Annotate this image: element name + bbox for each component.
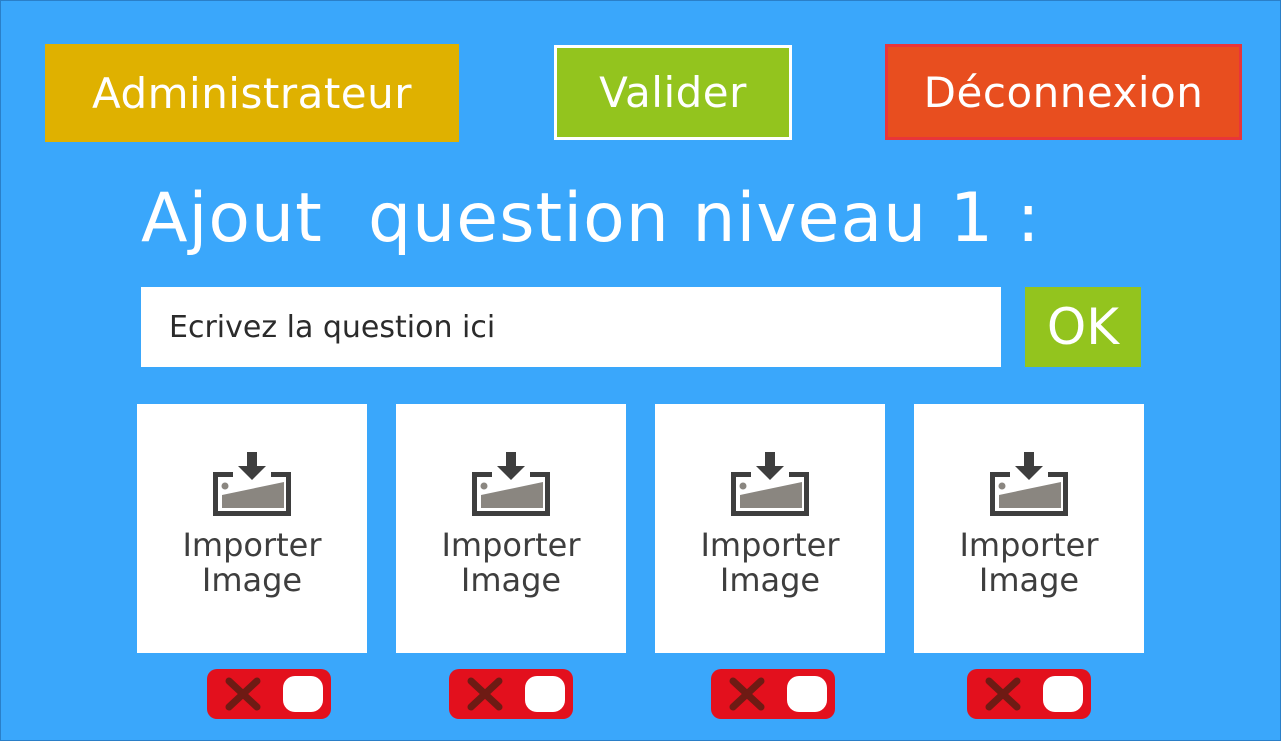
correct-answer-toggle-2[interactable]	[449, 669, 573, 719]
toggle-knob	[525, 676, 565, 712]
page-title: Ajout question niveau 1 :	[141, 179, 1041, 258]
import-image-card-4[interactable]: Importer Image	[914, 404, 1144, 653]
image-import-icon	[731, 452, 809, 516]
toggle-knob	[787, 676, 827, 712]
correct-answer-toggle-4[interactable]	[967, 669, 1091, 719]
image-import-icon	[990, 452, 1068, 516]
import-image-label: Importer Image	[441, 526, 581, 599]
logout-button[interactable]: Déconnexion	[885, 44, 1242, 140]
close-icon	[225, 677, 261, 711]
question-input[interactable]	[141, 287, 1001, 367]
toggle-knob	[283, 676, 323, 712]
import-image-card-1[interactable]: Importer Image	[137, 404, 367, 653]
validate-button[interactable]: Valider	[554, 45, 792, 140]
ok-button-label: OK	[1046, 298, 1120, 356]
ok-button[interactable]: OK	[1025, 287, 1141, 367]
import-image-card-3[interactable]: Importer Image	[655, 404, 885, 653]
correct-answer-toggle-1[interactable]	[207, 669, 331, 719]
logout-button-label: Déconnexion	[923, 67, 1204, 117]
import-image-card-2[interactable]: Importer Image	[396, 404, 626, 653]
correct-answer-toggle-3[interactable]	[711, 669, 835, 719]
import-image-label: Importer Image	[700, 526, 840, 599]
close-icon	[985, 677, 1021, 711]
close-icon	[729, 677, 765, 711]
image-import-icon	[472, 452, 550, 516]
administrator-button[interactable]: Administrateur	[45, 44, 459, 142]
close-icon	[467, 677, 503, 711]
toggle-knob	[1043, 676, 1083, 712]
image-import-icon	[213, 452, 291, 516]
validate-button-label: Valider	[599, 68, 747, 117]
import-image-label: Importer Image	[182, 526, 322, 599]
import-image-label: Importer Image	[959, 526, 1099, 599]
administrator-button-label: Administrateur	[91, 68, 413, 118]
